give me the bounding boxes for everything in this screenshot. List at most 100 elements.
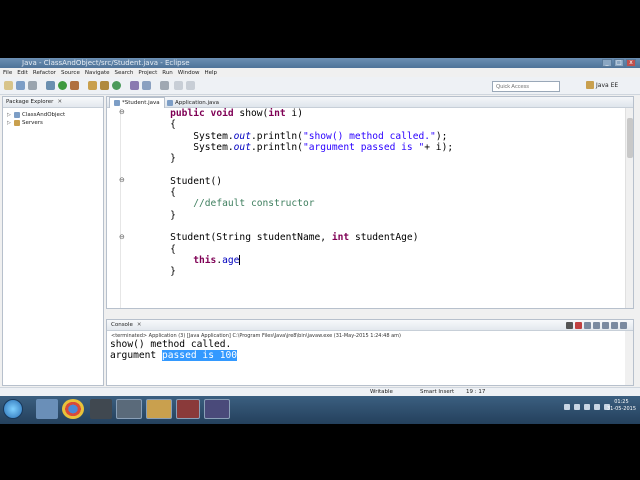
code-line: System.out.println("show() method called… xyxy=(147,130,448,142)
network-icon[interactable] xyxy=(564,404,570,410)
recorder-taskbar-icon[interactable] xyxy=(176,399,200,419)
package-explorer-header: Package Explorer ✕ xyxy=(3,97,103,108)
next-annotation-icon[interactable] xyxy=(160,81,169,90)
java-ee-perspective-icon xyxy=(586,81,594,89)
chrome-taskbar-icon[interactable] xyxy=(62,399,84,419)
explorer-taskbar-icon[interactable] xyxy=(36,399,58,419)
tree-node-classandobject[interactable]: ▷ ClassAndObject xyxy=(7,111,99,119)
menu-source[interactable]: Source xyxy=(61,70,80,76)
console-scrollbar[interactable] xyxy=(625,331,633,385)
editor-tabs: *Student.java Application.java xyxy=(107,97,633,108)
expand-arrow-icon[interactable]: ▷ xyxy=(7,119,12,127)
menu-refactor[interactable]: Refactor xyxy=(33,70,56,76)
tab-student-java[interactable]: *Student.java xyxy=(109,97,165,108)
project-tree: ▷ ClassAndObject ▷ Servers xyxy=(3,108,103,130)
tree-node-servers[interactable]: ▷ Servers xyxy=(7,119,99,127)
console-status: <terminated> Application (3) [Java Appli… xyxy=(111,333,401,339)
back-icon[interactable] xyxy=(174,81,183,90)
terminate-icon[interactable] xyxy=(566,322,573,329)
eclipse-taskbar-icon[interactable] xyxy=(204,399,230,419)
code-line: { xyxy=(147,119,176,131)
debug-icon[interactable] xyxy=(46,81,55,90)
new-package-icon[interactable] xyxy=(100,81,109,90)
console-output[interactable]: show() method called. argument passed is… xyxy=(107,339,633,361)
clock-date: 31-05-2015 xyxy=(606,406,636,412)
fold-icon[interactable]: ⊖ xyxy=(119,108,125,116)
expand-arrow-icon[interactable]: ▷ xyxy=(7,111,12,119)
fold-icon[interactable]: ⊖ xyxy=(119,176,125,184)
tab-application-java[interactable]: Application.java xyxy=(163,97,223,108)
fold-icon[interactable]: ⊖ xyxy=(119,233,125,241)
menu-bar: File Edit Refactor Source Navigate Searc… xyxy=(0,68,640,77)
screen: Java - ClassAndObject/src/Student.java -… xyxy=(0,58,640,424)
folder-taskbar-icon[interactable] xyxy=(146,399,172,419)
forward-icon[interactable] xyxy=(186,81,195,90)
open-console-icon[interactable] xyxy=(620,322,627,329)
console-header: Console ✕ xyxy=(107,320,633,331)
save-icon[interactable] xyxy=(16,81,25,90)
menu-search[interactable]: Search xyxy=(115,70,134,76)
code-editor: *Student.java Application.java ⊖ ⊖ ⊖ pub… xyxy=(106,96,634,309)
external-tools-icon[interactable] xyxy=(70,81,79,90)
perspective-switcher[interactable]: Java EE xyxy=(586,81,618,89)
java-file-icon xyxy=(114,100,120,106)
search-icon[interactable] xyxy=(142,81,151,90)
selected-text: passed is 100 xyxy=(161,350,238,361)
maximize-button[interactable]: □ xyxy=(614,59,624,67)
new-class-icon[interactable] xyxy=(112,81,121,90)
editor-gutter: ⊖ ⊖ ⊖ xyxy=(107,108,125,308)
console-panel: Console ✕ <terminated> Application (3) [… xyxy=(106,319,634,386)
editor-scrollbar[interactable] xyxy=(625,108,633,308)
toolbar: Java EE xyxy=(0,77,640,95)
menu-navigate[interactable]: Navigate xyxy=(85,70,110,76)
package-explorer: Package Explorer ✕ ▷ ClassAndObject ▷ Se… xyxy=(2,96,104,386)
clock[interactable]: 01:25 31-05-2015 xyxy=(607,399,636,413)
status-bar: Writable Smart Insert 19 : 17 xyxy=(0,387,640,396)
open-type-icon[interactable] xyxy=(130,81,139,90)
close-button[interactable]: x xyxy=(626,59,636,67)
remove-launch-icon[interactable] xyxy=(575,322,582,329)
code-line: { xyxy=(147,243,176,255)
scroll-lock-icon[interactable] xyxy=(593,322,600,329)
code-line: Student() xyxy=(147,175,223,187)
display-console-icon[interactable] xyxy=(611,322,618,329)
menu-project[interactable]: Project xyxy=(138,70,157,76)
run-icon[interactable] xyxy=(58,81,67,90)
battery-icon[interactable] xyxy=(594,404,600,410)
media-taskbar-icon[interactable] xyxy=(90,399,112,419)
system-tray xyxy=(564,404,610,410)
tree-node-label: ClassAndObject xyxy=(22,112,66,118)
code-line: { xyxy=(147,187,176,199)
new-icon[interactable] xyxy=(4,81,13,90)
code-line: System.out.println("argument passed is "… xyxy=(147,141,454,153)
menu-edit[interactable]: Edit xyxy=(17,70,28,76)
close-icon[interactable]: ✕ xyxy=(57,99,62,105)
menu-run[interactable]: Run xyxy=(162,70,173,76)
text-caret xyxy=(239,254,241,265)
menu-help[interactable]: Help xyxy=(204,70,217,76)
pin-console-icon[interactable] xyxy=(602,322,609,329)
scrollbar-thumb[interactable] xyxy=(627,118,633,158)
taskbar: 01:25 31-05-2015 xyxy=(0,396,640,424)
console-line: show() method called. xyxy=(110,339,232,350)
menu-window[interactable]: Window xyxy=(178,70,200,76)
start-button[interactable] xyxy=(3,399,23,419)
console-line: argument passed is 100 xyxy=(110,350,238,361)
minimize-button[interactable]: _ xyxy=(602,59,612,67)
print-icon[interactable] xyxy=(28,81,37,90)
console-title[interactable]: Console xyxy=(111,322,133,328)
tree-node-label: Servers xyxy=(22,120,43,126)
code-line: public void show(int i) xyxy=(170,108,303,119)
new-java-project-icon[interactable] xyxy=(88,81,97,90)
close-icon[interactable]: ✕ xyxy=(137,322,142,328)
quick-access-input[interactable] xyxy=(492,81,560,92)
clear-console-icon[interactable] xyxy=(584,322,591,329)
volume-icon[interactable] xyxy=(574,404,580,410)
code-text[interactable]: public void show(int i) { System.out.pri… xyxy=(147,108,453,277)
program-taskbar-icon[interactable] xyxy=(116,399,142,419)
package-explorer-title[interactable]: Package Explorer xyxy=(6,99,53,105)
flag-icon[interactable] xyxy=(584,404,590,410)
menu-file[interactable]: File xyxy=(3,70,12,76)
java-project-icon xyxy=(14,112,20,118)
clock-time: 01:25 xyxy=(614,399,629,405)
